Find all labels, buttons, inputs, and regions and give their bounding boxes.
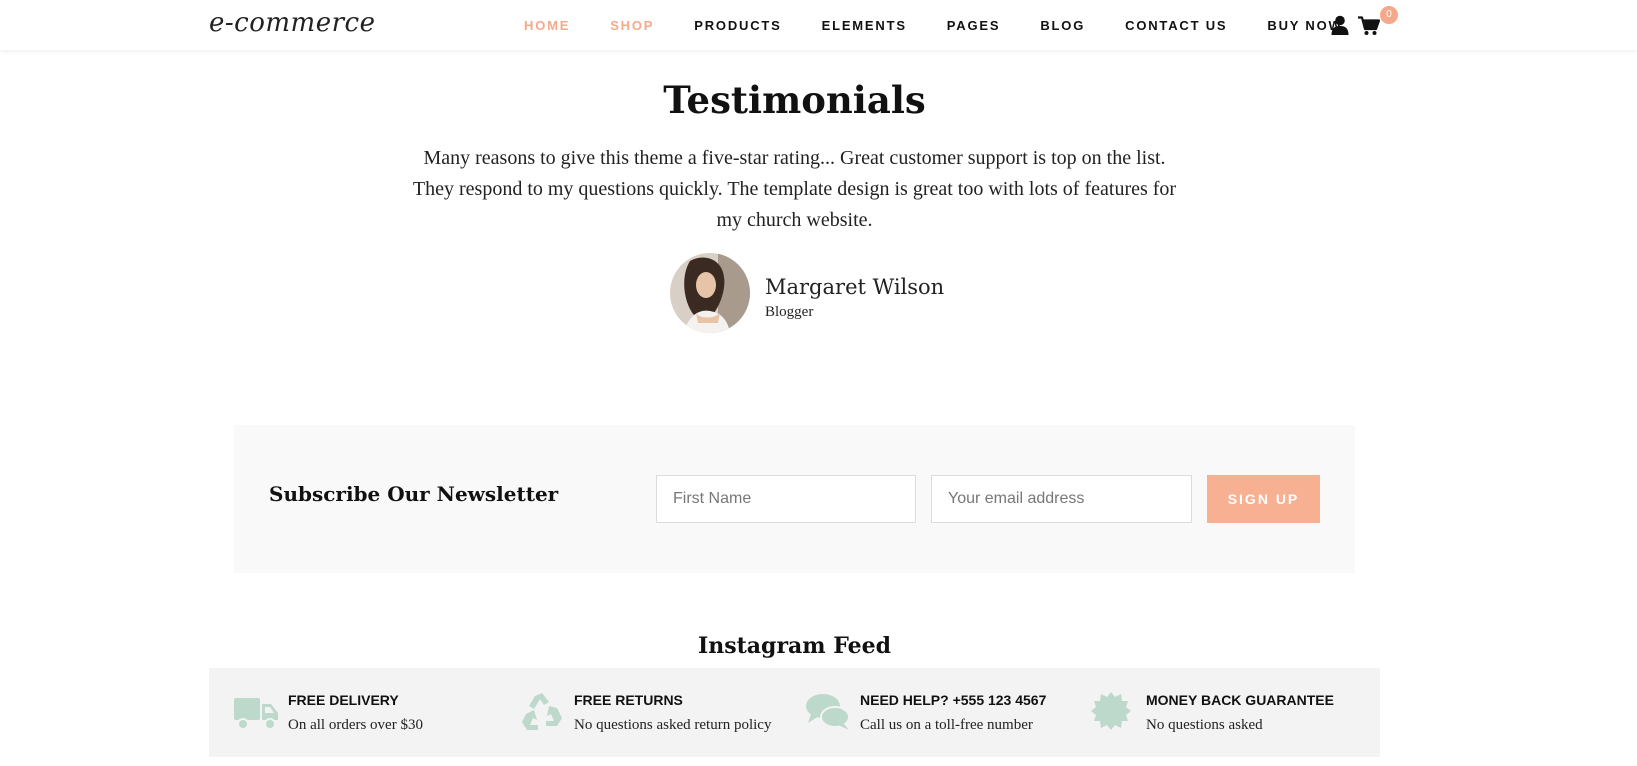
nav-blog[interactable]: BLOG bbox=[1040, 18, 1085, 33]
user-icon[interactable] bbox=[1331, 15, 1349, 35]
badge-icon bbox=[1091, 692, 1131, 730]
feature-desc: Call us on a toll-free number bbox=[860, 717, 1033, 733]
site-logo[interactable]: e-commerce bbox=[209, 8, 375, 38]
header-icons: 0 bbox=[1331, 6, 1401, 42]
features-bar: FREE DELIVERY On all orders over $30 FRE… bbox=[209, 668, 1380, 757]
cart-count-badge: 0 bbox=[1380, 6, 1398, 24]
instagram-feed-title: Instagram Feed bbox=[697, 633, 892, 659]
feature-title: NEED HELP? +555 123 4567 bbox=[860, 692, 1047, 708]
chat-bubbles-icon bbox=[806, 694, 850, 730]
nav-shop[interactable]: SHOP bbox=[610, 18, 654, 33]
newsletter-title: Subscribe Our Newsletter bbox=[269, 482, 559, 506]
author-avatar bbox=[670, 253, 750, 333]
newsletter-section: Subscribe Our Newsletter SIGN UP bbox=[234, 425, 1355, 573]
nav-products[interactable]: PRODUCTS bbox=[694, 18, 781, 33]
nav-home[interactable]: HOME bbox=[524, 18, 570, 33]
truck-icon bbox=[234, 698, 278, 730]
feature-desc: No questions asked return policy bbox=[574, 717, 772, 733]
recycle-icon bbox=[522, 693, 562, 730]
nav-pages[interactable]: PAGES bbox=[947, 18, 1001, 33]
feature-desc: No questions asked bbox=[1146, 717, 1263, 733]
nav-contact-us[interactable]: CONTACT US bbox=[1125, 18, 1227, 33]
feature-desc: On all orders over $30 bbox=[288, 717, 423, 733]
feature-title: MONEY BACK GUARANTEE bbox=[1146, 692, 1334, 708]
nav-elements[interactable]: ELEMENTS bbox=[822, 18, 907, 33]
feature-title: FREE RETURNS bbox=[574, 692, 683, 708]
first-name-input[interactable] bbox=[656, 475, 916, 523]
author-role: Blogger bbox=[765, 304, 814, 320]
main-nav: HOME SHOP PRODUCTS ELEMENTS PAGES BLOG C… bbox=[524, 17, 1383, 33]
email-input[interactable] bbox=[931, 475, 1192, 523]
cart-icon[interactable] bbox=[1358, 16, 1380, 36]
author-name: Margaret Wilson bbox=[765, 275, 945, 299]
feature-title: FREE DELIVERY bbox=[288, 692, 399, 708]
testimonials-title: Testimonials bbox=[663, 78, 926, 122]
site-header: e-commerce HOME SHOP PRODUCTS ELEMENTS P… bbox=[0, 0, 1637, 50]
sign-up-button[interactable]: SIGN UP bbox=[1207, 475, 1320, 523]
testimonial-quote: Many reasons to give this theme a five-s… bbox=[412, 147, 1177, 231]
